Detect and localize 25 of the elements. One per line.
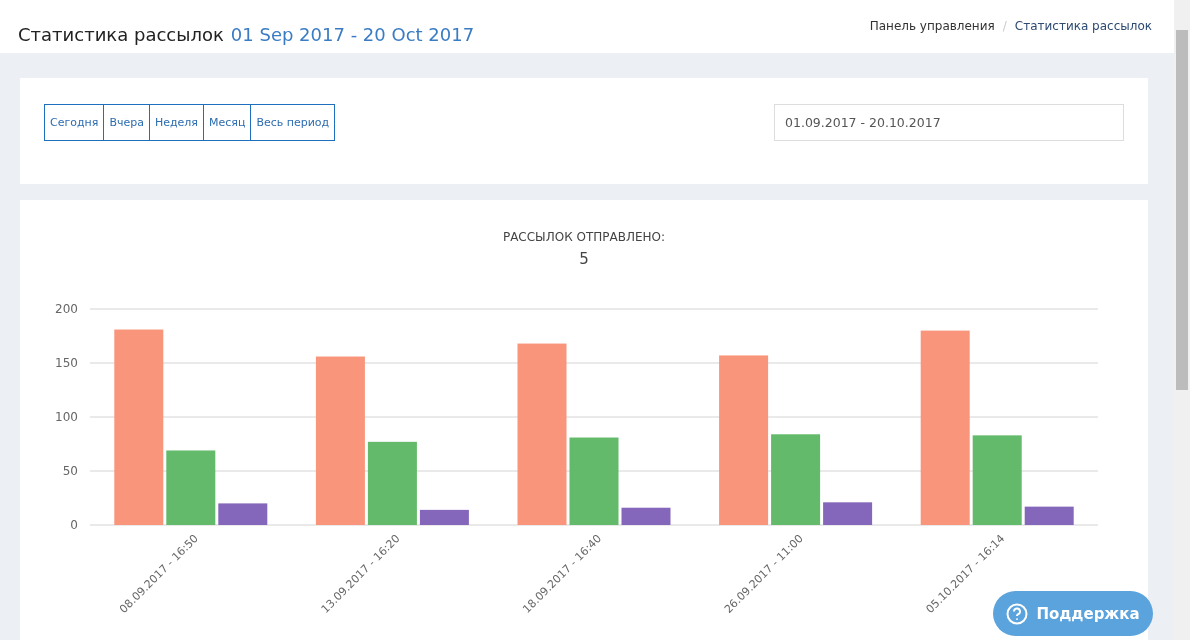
y-axis-label: 50 (62, 464, 78, 478)
bar (419, 509, 469, 525)
y-axis-label: 0 (70, 518, 78, 532)
bar (1024, 506, 1074, 525)
summary-value: 5 (579, 250, 589, 268)
scrollbar[interactable] (1174, 0, 1190, 640)
y-axis-label: 200 (55, 302, 78, 316)
y-axis-label: 150 (55, 356, 78, 370)
bar (621, 507, 671, 525)
period-button[interactable]: Весь период (250, 104, 336, 141)
period-button[interactable]: Вчера (103, 104, 150, 141)
period-button[interactable]: Месяц (203, 104, 252, 141)
date-range-field[interactable]: 01.09.2017 - 20.10.2017 (774, 104, 1124, 141)
date-period: 01 Sep 2017 - 20 Oct 2017 (230, 24, 475, 47)
breadcrumb-link[interactable]: Панель управления (869, 19, 995, 37)
summary-label: РАССЫЛОК ОТПРАВЛЕНО: (502, 230, 666, 244)
breadcrumb-separator: / (1002, 19, 1007, 35)
bar (823, 502, 873, 525)
page-title: Статистика рассылок (18, 24, 224, 47)
breadcrumb-link[interactable]: Статистика рассылок (1014, 19, 1152, 37)
y-axis-label: 100 (55, 410, 78, 424)
bar (218, 503, 268, 525)
help-icon (1006, 602, 1029, 625)
period-button[interactable]: Сегодня (44, 104, 105, 141)
period-button[interactable]: Неделя (148, 104, 204, 141)
